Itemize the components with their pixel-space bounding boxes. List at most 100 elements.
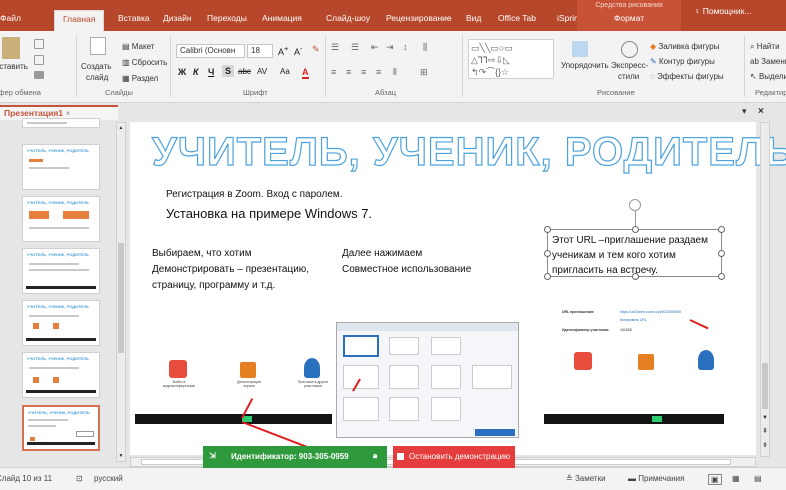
scroll-down-icon[interactable]: ▼ [117, 453, 125, 459]
underline-button[interactable]: Ч [208, 67, 214, 77]
select-button[interactable]: ↖ Выделить [750, 72, 786, 81]
cut-icon[interactable] [34, 39, 44, 49]
section-button[interactable]: ▦ Раздел [122, 74, 158, 83]
align-right-icon[interactable]: ≡ [361, 67, 366, 77]
slide-thumbnail[interactable]: УЧИТЕЛЬ, УЧЕНИК, РОДИТЕЛЬ [22, 144, 100, 190]
scroll-thumb[interactable] [762, 363, 768, 409]
font-size-combo[interactable]: 18 [247, 44, 273, 58]
change-case-button[interactable]: Aa [280, 67, 290, 76]
slide-line-1[interactable]: Регистрация в Zoom. Вход с паролем. [166, 189, 343, 200]
resize-handle[interactable] [544, 226, 551, 233]
tab-home[interactable]: Главная [54, 10, 105, 31]
quick-styles-label2[interactable]: стили [618, 72, 639, 81]
decrease-indent-icon[interactable]: ⇤ [371, 42, 379, 53]
italic-button[interactable]: К [193, 67, 199, 77]
tab-view[interactable]: Вид [466, 13, 481, 23]
quick-styles-icon[interactable] [621, 41, 638, 58]
tab-slideshow[interactable]: Слайд-шоу [326, 13, 370, 23]
char-spacing-button[interactable]: AV [257, 67, 267, 76]
justify-icon[interactable]: ≡ [376, 67, 381, 77]
new-slide-label[interactable]: Создать [81, 62, 111, 71]
arrange-label[interactable]: Упорядочить [561, 61, 609, 70]
slide-thumbnail[interactable]: УЧИТЕЛЬ, УЧЕНИК, РОДИТЕЛЬ [22, 196, 100, 242]
align-center-icon[interactable]: ≡ [346, 67, 351, 77]
columns-icon[interactable]: ⫴ [393, 67, 397, 78]
shadow-button[interactable]: S [222, 65, 235, 77]
tab-office-tab[interactable]: Office Tab [498, 13, 536, 23]
spellcheck-icon[interactable]: ⊡ [76, 474, 83, 483]
tab-format[interactable]: Формат [577, 13, 681, 23]
format-painter-icon[interactable] [34, 71, 44, 79]
align-left-icon[interactable]: ≡ [331, 67, 336, 77]
shape-fill-button[interactable]: ◆ Заливка фигуры [650, 42, 719, 51]
reset-button[interactable]: ▥ Сбросить [122, 58, 167, 67]
font-name-combo[interactable]: Calibri (Основн [176, 44, 245, 58]
shape-outline-button[interactable]: ✎ Контур фигуры [650, 57, 715, 66]
middle-text-line[interactable]: Совместное использование [342, 264, 471, 275]
resize-handle[interactable] [718, 273, 725, 280]
tab-review[interactable]: Рецензирование [386, 13, 452, 23]
panel-options-icon[interactable]: ▾ [742, 106, 747, 117]
clear-format-icon[interactable]: ✎ [312, 44, 320, 55]
slide-thumbnail[interactable]: УЧИТЕЛЬ, УЧЕНИК, РОДИТЕЛЬ [22, 352, 100, 398]
align-text-icon[interactable]: ⊞ [420, 67, 428, 78]
resize-handle[interactable] [718, 226, 725, 233]
slide-thumbnail-selected[interactable]: УЧИТЕЛЬ, УЧЕНИК, РОДИТЕЛЬ [22, 405, 100, 451]
left-text-line[interactable]: Демонстрировать – презентацию, [152, 264, 309, 275]
help-search[interactable]: ♀ Помощник... [694, 6, 751, 16]
thumbnails-scrollbar[interactable]: ▲ ▼ [116, 122, 126, 462]
canvas-scrollbar[interactable]: ▼ ⇞ ⇟ [760, 122, 770, 457]
strikethrough-button[interactable]: abc [238, 67, 251, 76]
arrange-icon[interactable] [572, 41, 588, 57]
left-text-line[interactable]: страницу, программу и т.д. [152, 280, 275, 291]
new-slide-icon[interactable] [90, 37, 106, 55]
tab-file[interactable]: Файл [0, 13, 21, 23]
paste-label[interactable]: Вставить [0, 62, 28, 71]
prev-slide-icon[interactable]: ⇞ [761, 427, 769, 435]
resize-handle[interactable] [632, 226, 639, 233]
scroll-up-icon[interactable]: ▲ [117, 125, 125, 131]
slide-thumbnail[interactable]: УЧИТЕЛЬ, УЧЕНИК, РОДИТЕЛЬ [22, 300, 100, 346]
reading-view-icon[interactable]: ▤ [754, 474, 762, 483]
resize-handle[interactable] [544, 250, 551, 257]
slide-sorter-icon[interactable]: ▦ [732, 474, 740, 483]
resize-handle[interactable] [544, 273, 551, 280]
left-text-line[interactable]: Выбираем, что хотим [152, 248, 252, 259]
scroll-thumb[interactable] [118, 243, 124, 353]
next-slide-icon[interactable]: ⇟ [761, 441, 769, 449]
rotate-handle[interactable] [629, 199, 641, 211]
line-spacing-icon[interactable]: ↕ [403, 42, 408, 52]
normal-view-icon[interactable]: ▣ [708, 474, 722, 485]
replace-button[interactable]: ab Заменить [750, 57, 786, 66]
language-label[interactable]: русский [94, 474, 123, 483]
increase-indent-icon[interactable]: ⇥ [386, 42, 394, 53]
numbering-icon[interactable]: ☰ [351, 42, 359, 53]
resize-handle[interactable] [718, 250, 725, 257]
slide-thumbnail[interactable]: УЧИТЕЛЬ, УЧЕНИК, РОДИТЕЛЬ [22, 248, 100, 294]
quick-styles-label[interactable]: Экспресс- [611, 61, 648, 70]
shrink-font-button[interactable]: A- [294, 44, 303, 57]
tab-animation[interactable]: Анимация [262, 13, 302, 23]
scroll-down-icon[interactable]: ▼ [761, 415, 769, 421]
copy-icon[interactable] [34, 55, 44, 65]
tab-transitions[interactable]: Переходы [207, 13, 247, 23]
slide-title[interactable]: УЧИТЕЛЬ, УЧЕНИК, РОДИТЕЛЬ [151, 129, 786, 175]
close-panel-icon[interactable]: × [758, 106, 764, 117]
layout-button[interactable]: ▤ Макет [122, 42, 154, 51]
resize-handle[interactable] [632, 273, 639, 280]
grow-font-button[interactable]: A+ [278, 44, 288, 57]
shapes-gallery[interactable]: ▭╲╲▭○▭ △⅂⅂⇨⇩◺ ↰↷⌒{}☆ [468, 39, 554, 79]
font-color-button[interactable]: A [302, 67, 309, 79]
bullets-icon[interactable]: ☰ [331, 42, 339, 53]
new-slide-label2[interactable]: слайд [86, 73, 108, 82]
tab-insert[interactable]: Вставка [118, 13, 150, 23]
context-tab-format[interactable]: Средства рисования Формат [577, 0, 681, 31]
slide-thumbnail[interactable] [22, 118, 100, 128]
stop-share-button[interactable]: Остановить демонстрацию [393, 446, 515, 468]
tab-design[interactable]: Дизайн [163, 13, 192, 23]
shape-effects-button[interactable]: ◌ Эффекты фигуры [650, 72, 724, 81]
slide-canvas[interactable]: УЧИТЕЛЬ, УЧЕНИК, РОДИТЕЛЬ Регистрация в … [130, 122, 786, 455]
close-icon[interactable]: × [65, 108, 70, 118]
middle-text-line[interactable]: Далее нажимаем [342, 248, 422, 259]
slide-line-2[interactable]: Установка на примере Windows 7. [166, 206, 372, 221]
